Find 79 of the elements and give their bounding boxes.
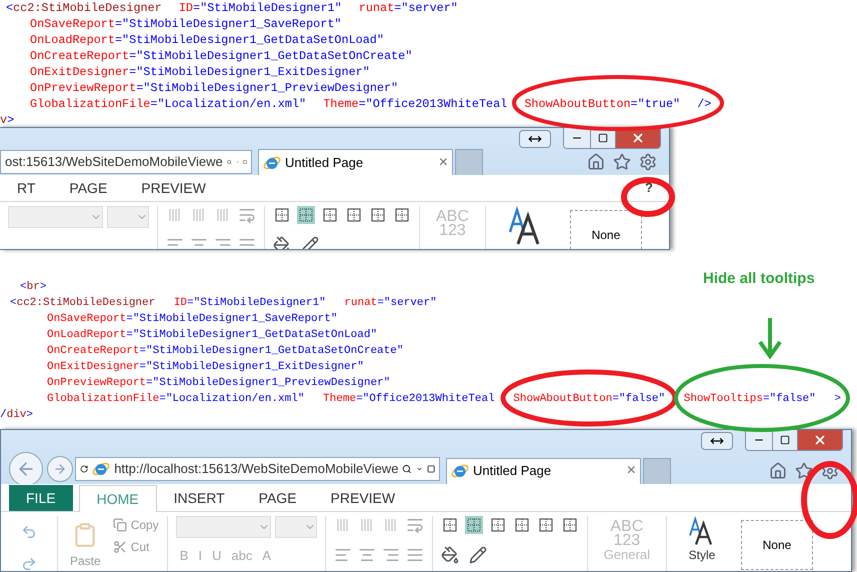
maximize-icon — [780, 435, 790, 445]
snap-button[interactable] — [701, 432, 733, 450]
address-field[interactable]: ost:15613/WebSiteDemoMobileViewe — [0, 150, 252, 174]
annotation-arrow — [758, 318, 782, 360]
code-line: <cc2:StiMobileDesigner ID="StiMobileDesigner1" runat="server" — [5, 0, 458, 16]
annotation-ellipse — [621, 177, 675, 217]
pen-icon[interactable] — [468, 546, 487, 564]
ribbon-tab[interactable]: PAGE — [52, 175, 124, 201]
style-preview-box[interactable]: None — [570, 210, 642, 249]
ribbon-tab[interactable]: INSERT — [156, 485, 242, 512]
code-line: GlobalizationFile="Localization/en.xml" Theme="Office2013WhiteTeal ShowAboutButton="true" /> — [29, 96, 712, 112]
settings-icon[interactable] — [639, 153, 657, 171]
wrap-text-icon[interactable] — [238, 206, 256, 224]
pen-icon[interactable] — [301, 236, 319, 249]
border-grid-icon[interactable] — [464, 516, 483, 534]
address-text: ost:15613/WebSiteDemoMobileViewe — [5, 153, 223, 172]
border-grid-icon[interactable] — [321, 206, 339, 224]
address-field[interactable]: http://localhost:15613/WebSiteDemoMobileViewe — [75, 456, 440, 481]
align-left-icon[interactable] — [166, 236, 184, 249]
forward-arrow-icon — [53, 462, 67, 476]
border-grid-icon[interactable] — [560, 516, 579, 534]
ribbon-tab[interactable]: PREVIEW — [314, 485, 412, 512]
code-line: OnCreateReport="StiMobileDesigner1_GetDataSetOnCreate" — [29, 48, 412, 64]
star-icon[interactable] — [613, 153, 631, 171]
close-icon — [631, 131, 645, 145]
close-icon — [813, 433, 827, 447]
close-button[interactable] — [798, 430, 842, 450]
code-line: OnPreviewReport="StiMobileDesigner1_PreviewDesigner" — [29, 80, 398, 96]
ribbon-tab[interactable]: FILE — [9, 485, 73, 512]
border-grid-icon[interactable] — [488, 516, 507, 534]
home-icon[interactable] — [587, 153, 605, 171]
fill-color-icon[interactable] — [440, 546, 459, 564]
address-text: http://localhost:15613/WebSiteDemoMobileViewe — [114, 460, 398, 478]
border-grid-icon[interactable] — [440, 516, 459, 534]
code-line: <br> — [19, 280, 46, 295]
ribbon-tab[interactable]: PAGE — [242, 485, 314, 512]
border-grid-icon[interactable] — [512, 516, 531, 534]
back-button[interactable] — [9, 452, 43, 486]
maximize-button[interactable] — [772, 430, 798, 450]
copy-icon — [112, 518, 127, 532]
border-grid-icon[interactable] — [536, 516, 555, 534]
maximize-icon — [598, 133, 608, 143]
code-line: OnLoadReport="StiMobileDesigner1_GetDataSetOnLoad" — [29, 32, 384, 48]
code-line: OnSaveReport="StiMobileDesigner1_SaveReport" — [46, 312, 338, 327]
code-line: GlobalizationFile="Localization/en.xml" Theme="Office2013WhiteTeal ShowAboutButton="false" ShowTooltips="false" > — [46, 392, 841, 407]
style-button[interactable]: Style — [674, 516, 729, 562]
code-line: OnCreateReport="StiMobileDesigner1_GetDataSetOnCreate" — [46, 344, 404, 359]
annotation-label: Hide all tooltips — [703, 269, 815, 289]
refresh-icon[interactable] — [80, 462, 88, 475]
code-line: OnSaveReport="StiMobileDesigner1_SaveReport" — [29, 16, 342, 32]
home-icon[interactable] — [769, 462, 787, 480]
code-line: OnPreviewReport="StiMobileDesigner1_PreviewDesigner" — [46, 376, 390, 391]
scissors-icon — [112, 540, 127, 554]
minimize-button[interactable] — [564, 128, 590, 148]
wrap-text-icon[interactable] — [406, 516, 424, 534]
snap-button[interactable] — [519, 130, 551, 148]
code-line: <cc2:StiMobileDesigner ID="StiMobileDesigner1" runat="server" — [9, 296, 437, 311]
border-grid-icon[interactable] — [369, 206, 387, 224]
browser-tab[interactable]: Untitled Page × — [258, 149, 453, 175]
help-button[interactable]: ? — [645, 178, 653, 198]
align-right-icon[interactable] — [214, 236, 232, 249]
code-line: OnLoadReport="StiMobileDesigner1_GetDataSetOnLoad" — [46, 328, 378, 343]
fill-color-icon[interactable] — [273, 236, 291, 249]
forward-button[interactable] — [47, 456, 73, 482]
code-line: OnExitDesigner="StiMobileDesigner1_ExitDesigner" — [46, 360, 364, 375]
star-icon[interactable] — [795, 462, 813, 480]
border-grid-icon[interactable] — [297, 206, 315, 224]
align-justify-icon[interactable] — [238, 236, 256, 249]
style-preview-box[interactable]: None — [740, 520, 813, 570]
code-line: v> — [0, 112, 14, 128]
border-grid-icon[interactable] — [393, 206, 411, 224]
ribbon-tab[interactable]: RT — [0, 175, 52, 201]
align-center-icon[interactable] — [190, 236, 208, 249]
browser-tab[interactable]: Untitled Page × — [446, 458, 641, 484]
ribbon-tab[interactable]: PREVIEW — [124, 175, 223, 201]
code-line: /div> — [0, 408, 34, 423]
border-grid-icon[interactable] — [345, 206, 363, 224]
border-grid-icon[interactable] — [273, 206, 291, 224]
code-line: OnExitDesigner="StiMobileDesigner1_ExitDesigner" — [29, 64, 370, 80]
